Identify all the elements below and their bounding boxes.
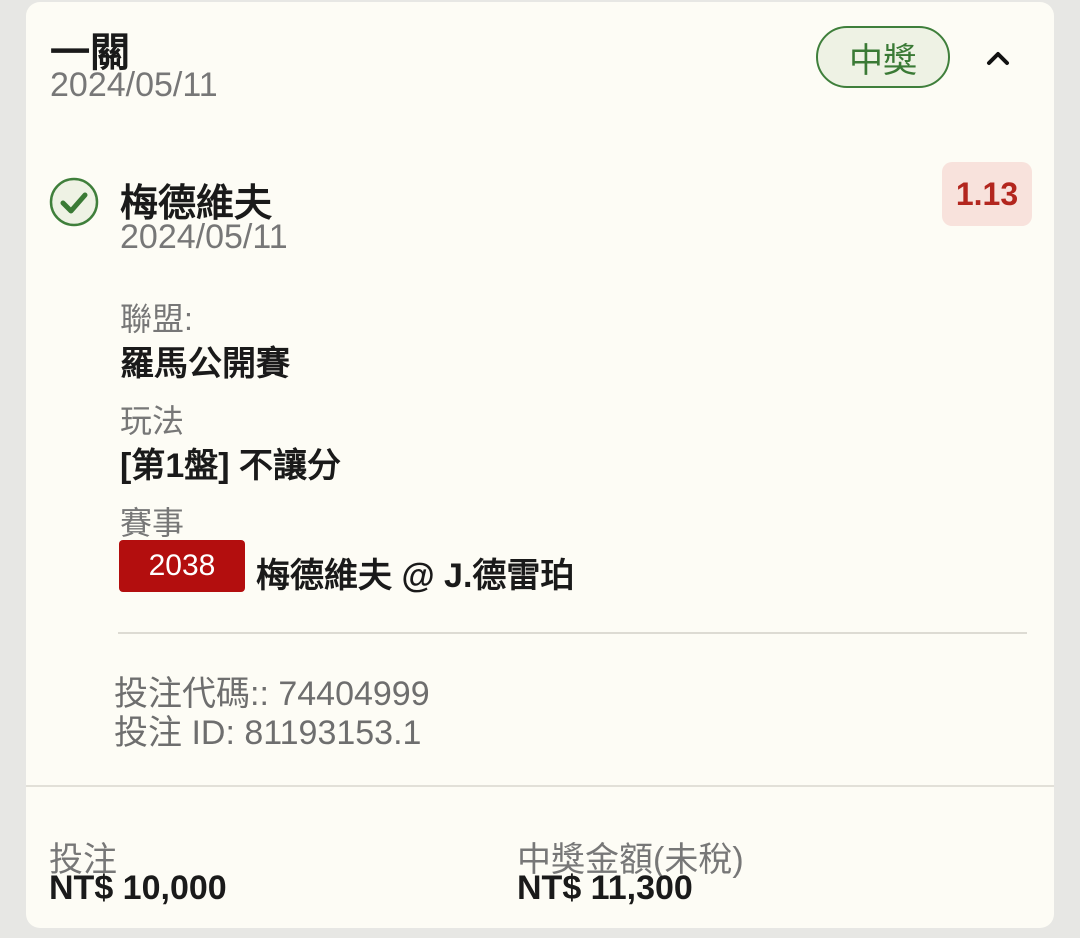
- selection-date: 2024/05/11: [120, 218, 288, 256]
- bet-date: 2024/05/11: [50, 66, 218, 104]
- status-badge-label: 中獎: [849, 41, 917, 80]
- bet-card: 一關 2024/05/11 中獎 梅德維夫 2024/05/11 1.13 聯盟…: [26, 2, 1054, 928]
- odds-value: 1.13: [955, 175, 1019, 212]
- market-label: 玩法: [120, 403, 185, 439]
- stake-amount: NT$ 10,000: [49, 869, 227, 907]
- event-name: 梅德維夫 @ J.德雷珀: [256, 557, 575, 595]
- collapse-button[interactable]: [976, 36, 1020, 80]
- league-value: 羅馬公開賽: [120, 345, 290, 383]
- odds-badge: 1.13: [942, 162, 1032, 226]
- chevron-up-icon: [987, 52, 1009, 65]
- status-badge: 中獎: [816, 26, 950, 88]
- divider: [118, 632, 1027, 634]
- check-circle-icon: [48, 176, 100, 228]
- event-label: 賽事: [120, 505, 185, 541]
- footer-divider: [26, 785, 1054, 787]
- payout-amount: NT$ 11,300: [517, 869, 693, 907]
- event-id-badge: 2038: [119, 540, 245, 592]
- market-value: [第1盤] 不讓分: [120, 447, 341, 485]
- bet-id: 投注 ID: 81193153.1: [114, 714, 422, 752]
- event-id: 2038: [148, 549, 216, 582]
- league-label: 聯盟:: [120, 301, 193, 337]
